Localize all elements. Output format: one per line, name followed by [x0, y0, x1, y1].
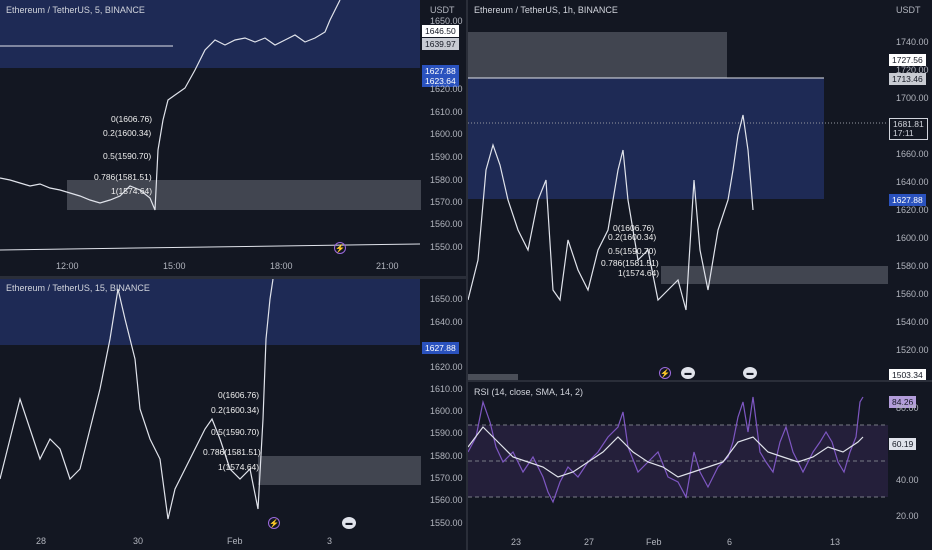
y-tick: 1550.00	[430, 518, 463, 528]
x-tick: 30	[133, 536, 144, 546]
top2-price-tag: 1713.46	[889, 73, 926, 85]
x-tick: Feb	[227, 536, 243, 546]
lightning-icon[interactable]: ⚡	[659, 367, 671, 379]
candles-5m	[0, 0, 421, 251]
y-tick: 80.00	[896, 403, 919, 413]
rsi-pane[interactable]: RSI (14, close, SMA, 14, 2) 84.26 80.00 …	[468, 382, 932, 550]
y-tick: 1640.00	[896, 177, 929, 187]
flag-icon[interactable]: ▬	[342, 517, 356, 529]
fib-level: 0.786(1581.51)	[203, 447, 261, 457]
last-price-tag: 1646.50	[422, 25, 459, 37]
y-tick: 1600.00	[896, 233, 929, 243]
lightning-icon[interactable]: ⚡	[268, 517, 280, 529]
fib-level: 1(1574.64)	[111, 186, 153, 196]
x-tick: 18:00	[270, 261, 293, 271]
candles-1h	[468, 77, 888, 311]
chart-pane-1h[interactable]: Ethereum / TetherUS, 1h, BINANCE USDT 17…	[468, 0, 932, 380]
fib-level: 0.5(1590.70)	[608, 246, 657, 256]
fib-level: 0(1606.76)	[111, 114, 153, 124]
y-tick: 40.00	[896, 475, 919, 485]
x-tick: 21:00	[376, 261, 399, 271]
y-tick: 20.00	[896, 511, 919, 521]
chart-pane-5m[interactable]: Ethereum / TetherUS, 5, BINANCE USDT 165…	[0, 0, 466, 276]
y-tick: 1580.00	[896, 261, 929, 271]
currency-label: USDT	[896, 5, 921, 15]
x-tick: 6	[727, 537, 733, 547]
currency-label: USDT	[430, 5, 455, 15]
rsi-lines	[468, 396, 888, 504]
flag-icon[interactable]: ▬	[743, 367, 757, 379]
fib-level: 0.2(1600.34)	[103, 128, 152, 138]
x-tick: 3	[327, 536, 333, 546]
y-tick: 1580.00	[430, 175, 463, 185]
x-tick: Feb	[646, 537, 662, 547]
chart-pane-15m[interactable]: Ethereum / TetherUS, 15, BINANCE 1650.00…	[0, 279, 466, 550]
y-tick: 1650.00	[430, 294, 463, 304]
fib-level: 0.5(1590.70)	[211, 427, 260, 437]
y-tick: 1740.00	[896, 37, 929, 47]
fib-level: 0.2(1600.34)	[211, 405, 260, 415]
y-tick: 1660.00	[896, 149, 929, 159]
y-tick: 1610.00	[430, 107, 463, 117]
zone-price-tag: 1627.88	[422, 342, 459, 354]
y-tick: 1540.00	[896, 317, 929, 327]
rsi-sma-tag: 60.19	[889, 438, 917, 450]
fib-level: 0.786(1581.51)	[94, 172, 152, 182]
y-tick: 1600.00	[430, 406, 463, 416]
y-tick: 1640.00	[430, 317, 463, 327]
y-tick: 1590.00	[430, 152, 463, 162]
y-tick: 1600.00	[430, 129, 463, 139]
y-tick: 1570.00	[430, 197, 463, 207]
y-tick: 1620.00	[430, 362, 463, 372]
y-tick: 1560.00	[430, 219, 463, 229]
last-price-tag: 1681.81 17:11	[889, 118, 928, 140]
y-tick: 1610.00	[430, 384, 463, 394]
y-tick: 1620.00	[430, 84, 463, 94]
y-tick: 1560.00	[896, 289, 929, 299]
fib-level: 1(1574.64)	[218, 462, 260, 472]
lightning-icon[interactable]: ⚡	[334, 242, 346, 254]
fib-level: 0.5(1590.70)	[103, 151, 152, 161]
line-price-tag: 1639.97	[422, 38, 459, 50]
y-tick: 1520.00	[896, 345, 929, 355]
x-tick: 15:00	[163, 261, 186, 271]
fib-level: 0.786(1581.51)	[601, 258, 659, 268]
fib-level: 0.2(1600.34)	[608, 232, 657, 242]
y-tick: 1560.00	[430, 495, 463, 505]
chart-title-5m: Ethereum / TetherUS, 5, BINANCE	[6, 5, 145, 15]
x-tick: 23	[511, 537, 522, 547]
low-price-tag: 1503.34	[889, 369, 926, 380]
flag-icon[interactable]: ▬	[681, 367, 695, 379]
chart-title-1h: Ethereum / TetherUS, 1h, BINANCE	[474, 5, 618, 15]
fib-level: 1(1574.64)	[618, 268, 660, 278]
y-tick: 1590.00	[430, 428, 463, 438]
y-tick: 1550.00	[430, 242, 463, 252]
y-tick: 1580.00	[430, 451, 463, 461]
x-tick: 12:00	[56, 261, 79, 271]
x-tick: 27	[584, 537, 595, 547]
x-tick: 13	[830, 537, 841, 547]
x-tick: 28	[36, 536, 47, 546]
rsi-title: RSI (14, close, SMA, 14, 2)	[474, 387, 584, 397]
y-tick: 1700.00	[896, 93, 929, 103]
y-tick: 1620.00	[896, 205, 929, 215]
chart-title-15m: Ethereum / TetherUS, 15, BINANCE	[6, 283, 150, 293]
candle-timer: 17:11	[893, 128, 914, 138]
fib-level: 0(1606.76)	[218, 390, 260, 400]
y-tick: 1570.00	[430, 473, 463, 483]
